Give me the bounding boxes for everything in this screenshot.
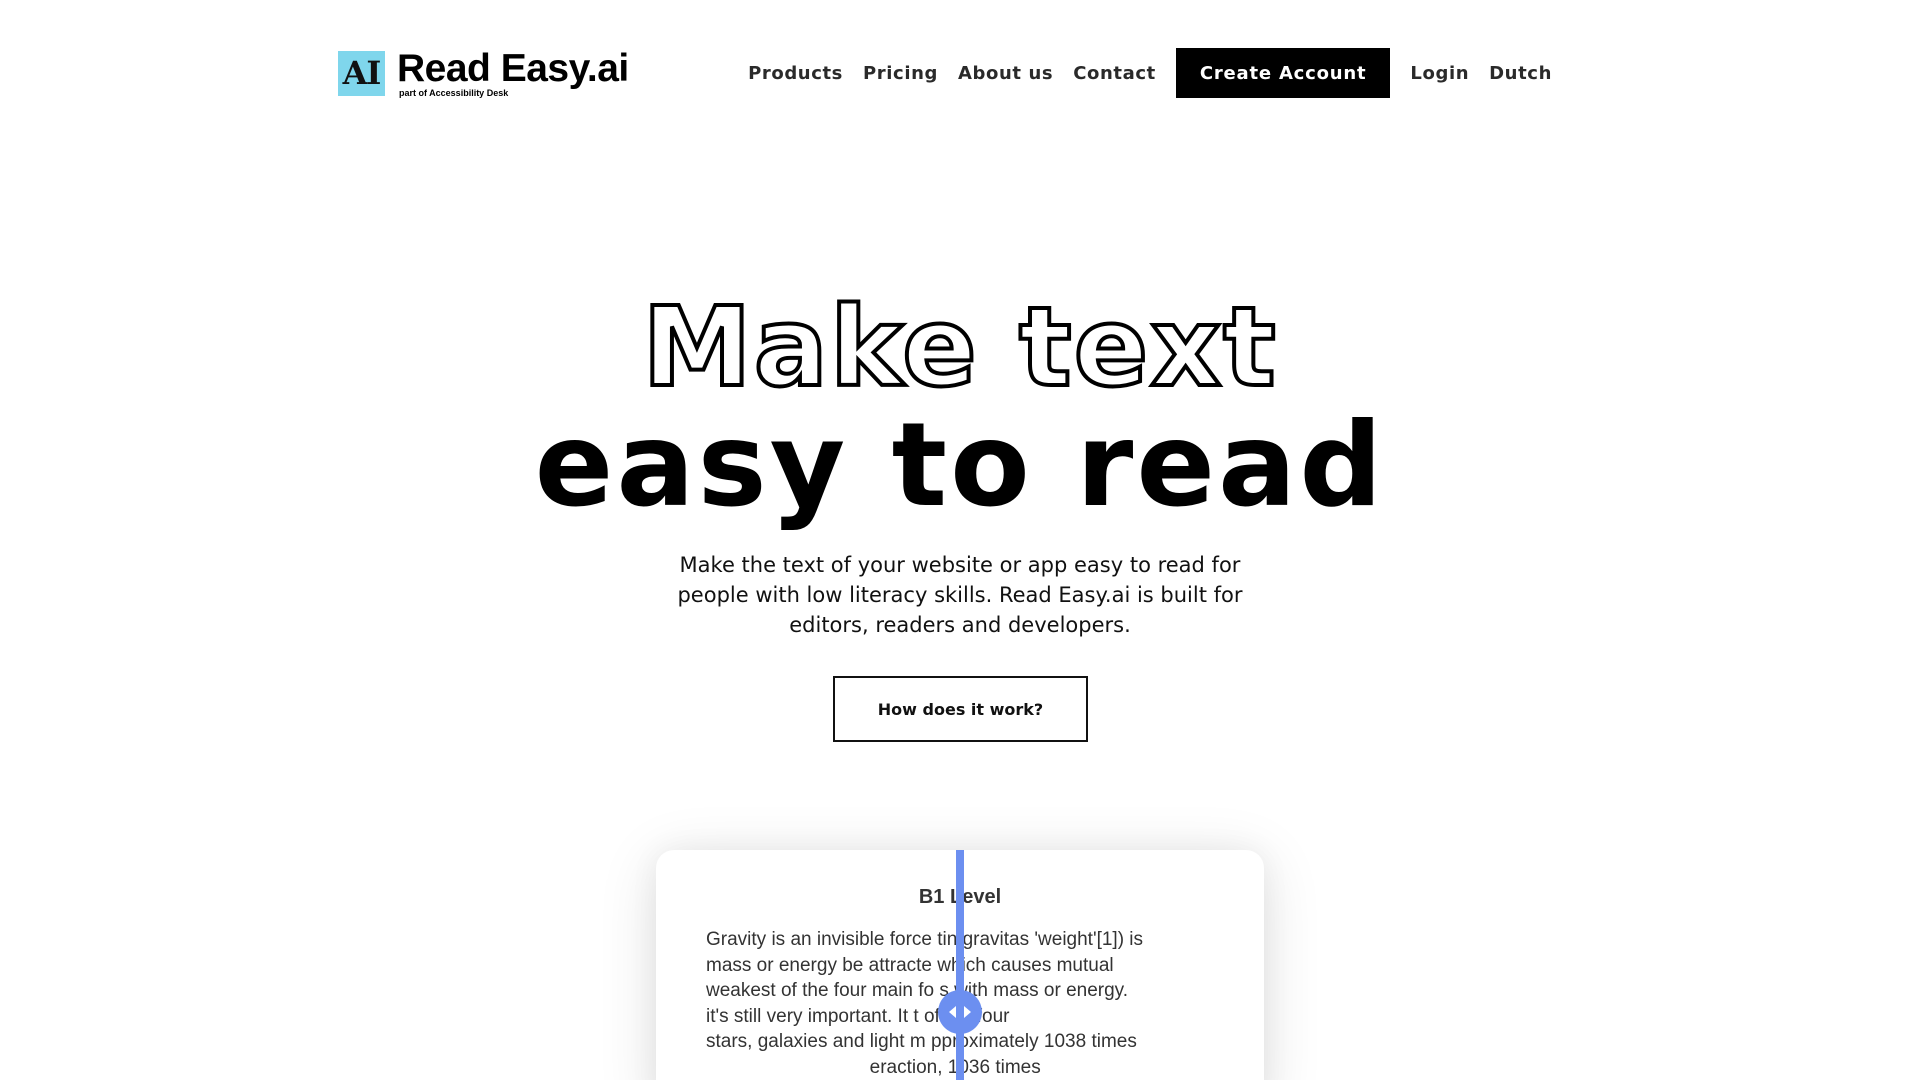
compare-slider-handle[interactable] [938, 990, 982, 1034]
nav-pricing[interactable]: Pricing [863, 63, 938, 84]
language-switch[interactable]: Dutch [1489, 63, 1552, 84]
demo-text-line: Gravity is an invisible force tin gravit… [706, 929, 1144, 950]
demo-text-line: eraction, 1036 times [706, 1056, 1041, 1078]
compare-slider-bar[interactable] [956, 850, 964, 1080]
arrows-horizontal-icon [949, 1006, 971, 1018]
main-nav: Products Pricing About us Contact Create… [748, 48, 1552, 98]
nav-login[interactable]: Login [1410, 63, 1469, 84]
logo-text: Read Easy.ai part of Accessibility Desk [397, 49, 629, 98]
logo-name: Read Easy.ai [397, 46, 629, 90]
logo-mark: AI [338, 50, 385, 96]
demo-text-line: mass or energy be attracte which causes … [706, 954, 1114, 976]
hero-title-outline: Make text [640, 283, 1278, 411]
logo-tagline: part of Accessibility Desk [399, 87, 509, 98]
demo-card: B1 Level Gravity is an invisible force t… [656, 850, 1264, 1080]
create-account-button[interactable]: Create Account [1175, 48, 1391, 98]
hero-description: Make the text of your website or app eas… [677, 553, 1243, 637]
nav-about[interactable]: About us [958, 63, 1053, 84]
how-does-it-work-button[interactable]: How does it work? [833, 676, 1088, 742]
nav-contact[interactable]: Contact [1073, 63, 1156, 84]
logo[interactable]: AI Read Easy.ai part of Accessibility De… [338, 49, 629, 98]
site-header: AI Read Easy.ai part of Accessibility De… [338, 48, 1552, 98]
nav-products[interactable]: Products [748, 63, 843, 84]
hero-title-solid: easy to read [534, 398, 1386, 533]
page: AI Read Easy.ai part of Accessibility De… [0, 0, 1920, 1080]
